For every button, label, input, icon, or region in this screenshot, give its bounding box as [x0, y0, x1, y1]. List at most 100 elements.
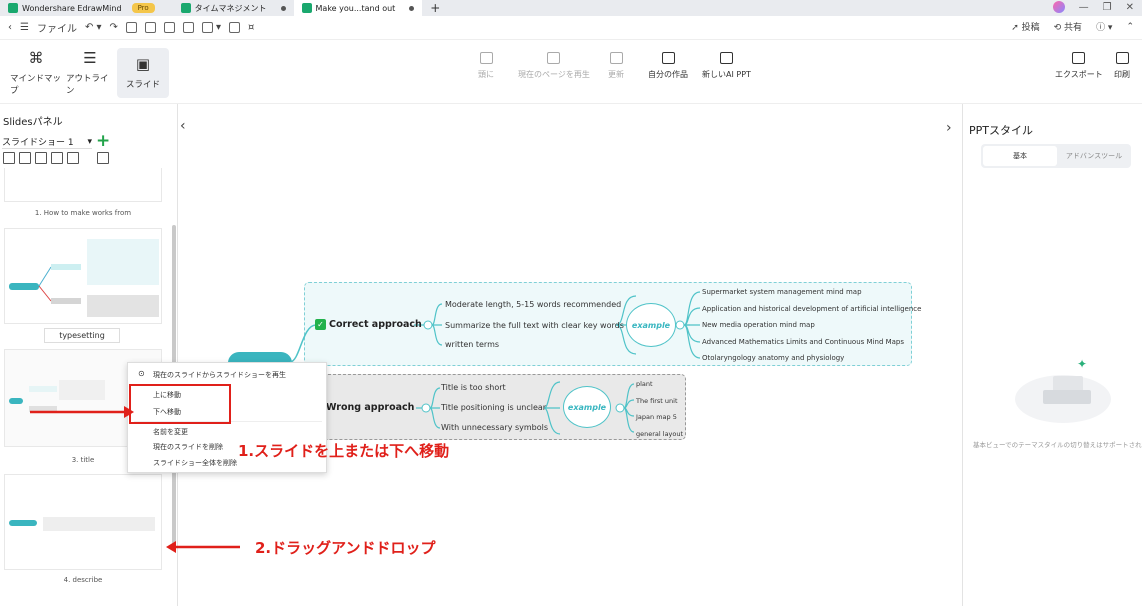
- wrong-approach-node[interactable]: Wrong approach: [326, 402, 414, 413]
- slides-panel: Slidesパネル スライドショー 1 ▾ + 1. How to make w…: [0, 104, 178, 606]
- annotation-step2: 2.ドラッグアンドドロップ: [255, 539, 436, 557]
- minimize-icon[interactable]: —: [1079, 2, 1089, 13]
- correct-point-1[interactable]: Moderate length, 5-15 words recommended: [445, 300, 621, 309]
- publish-button[interactable]: ➚ 投稿: [1011, 20, 1039, 33]
- pdf-export-icon: [1072, 52, 1086, 64]
- close-icon[interactable]: ✕: [1126, 2, 1134, 13]
- tab-label: タイムマネジメント: [194, 3, 267, 13]
- wrong-example-1[interactable]: plant: [636, 380, 653, 388]
- correct-approach-node[interactable]: ✓ Correct approach: [315, 319, 422, 330]
- play-current-button[interactable]: 現在のページを再生: [518, 52, 590, 80]
- open-icon[interactable]: [144, 22, 156, 33]
- slide-thumbnail-2[interactable]: [4, 228, 162, 324]
- menu-item-delete-slideshow[interactable]: スライドショー全体を削除: [153, 458, 237, 468]
- slide-2-preview: [9, 239, 159, 317]
- my-works-icon: [661, 52, 675, 64]
- wrong-point-1[interactable]: Title is too short: [441, 383, 506, 392]
- redo-icon[interactable]: ↷: [110, 22, 118, 33]
- new-ai-ppt-button[interactable]: 新しいAI PPT: [702, 52, 751, 80]
- tab-basic[interactable]: 基本: [983, 146, 1057, 166]
- tab-edrawmind-home[interactable]: Wondershare EdrawMind Pro: [0, 0, 163, 16]
- wrong-example-node[interactable]: example: [563, 386, 611, 428]
- slide-tool-5-icon[interactable]: [67, 152, 79, 164]
- wrong-example-3[interactable]: Japan map 5: [636, 413, 677, 421]
- mindmap-icon: ⌘: [28, 48, 44, 67]
- present-icon[interactable]: [97, 152, 109, 164]
- correct-point-3[interactable]: written terms: [445, 340, 499, 349]
- collapse-right-panel-icon[interactable]: ›: [946, 120, 952, 136]
- new-icon[interactable]: [125, 22, 137, 33]
- check-icon: ✓: [315, 319, 326, 330]
- print-button[interactable]: 印刷: [1114, 52, 1130, 80]
- outline-icon: ☰: [83, 48, 97, 67]
- slide-thumbnail-4[interactable]: [4, 474, 162, 570]
- arrow-drag-drop: [166, 541, 240, 553]
- correct-example-5[interactable]: Otolaryngology anatomy and physiology: [702, 354, 844, 362]
- slide-4-preview: [9, 517, 155, 531]
- play-icon: [479, 52, 493, 64]
- tab-advanced[interactable]: アドバンスツール: [1057, 146, 1131, 166]
- maximize-icon[interactable]: ❐: [1103, 2, 1112, 13]
- export-quick-icon[interactable]: ▾: [201, 22, 221, 33]
- tab-time-management[interactable]: タイムマネジメント: [173, 0, 294, 16]
- correct-example-2[interactable]: Application and historical development o…: [702, 305, 921, 313]
- wrong-point-2[interactable]: Title positioning is unclear: [441, 403, 546, 412]
- correct-example-1[interactable]: Supermarket system management mind map: [702, 288, 862, 296]
- correct-example-3[interactable]: New media operation mind map: [702, 321, 815, 329]
- slide-thumbnail-1[interactable]: [4, 168, 162, 202]
- wrong-example-2[interactable]: The first unit: [636, 397, 678, 405]
- add-slideshow-button[interactable]: +: [96, 131, 110, 151]
- quick-toolbar: ‹ ☰ ファイル ↶ ▾ ↷ ▾ ¤: [0, 16, 1142, 40]
- wrong-point-3[interactable]: With unnecessary symbols: [441, 423, 548, 432]
- save-icon[interactable]: [163, 22, 175, 33]
- slide-caption-1: 1. How to make works from: [34, 209, 132, 217]
- chevron-down-icon: ▾: [87, 136, 92, 147]
- view-slide-label: スライド: [125, 79, 160, 90]
- play-from-start-button[interactable]: 頭に: [478, 52, 494, 80]
- empty-state-illustration: ✦: [1015, 357, 1111, 423]
- correct-point-2[interactable]: Summarize the full text with clear key w…: [445, 321, 624, 330]
- slide-tool-1-icon[interactable]: [3, 152, 15, 164]
- collapse-left-panel-icon[interactable]: ‹: [180, 118, 186, 134]
- back-icon[interactable]: ‹: [8, 22, 12, 33]
- wrong-example-4[interactable]: general layout: [636, 430, 683, 438]
- annotation-step1: 1.スライドを上または下へ移動: [238, 442, 450, 460]
- export-button[interactable]: エクスポート: [1055, 52, 1103, 80]
- unsaved-dot-icon: [409, 5, 415, 11]
- print-icon[interactable]: [182, 22, 194, 33]
- ppt-style-title: PPTスタイル: [969, 124, 1033, 137]
- tab-bar: Wondershare EdrawMind Pro タイムマネジメント Make…: [0, 0, 1142, 16]
- correct-example-4[interactable]: Advanced Mathematics Limits and Continuo…: [702, 338, 904, 346]
- menu-item-delete-slide[interactable]: 現在のスライドを削除: [153, 442, 223, 452]
- slide-tools: [3, 152, 109, 164]
- slide-tool-2-icon[interactable]: [19, 152, 31, 164]
- view-mindmap-button[interactable]: ⌘ マインドマップ: [10, 48, 62, 98]
- view-outline-button[interactable]: ☰ アウトライン: [66, 48, 114, 98]
- edit-icon[interactable]: [228, 22, 240, 33]
- print-icon: [1115, 52, 1129, 64]
- view-slide-button[interactable]: ▣ スライド: [117, 48, 169, 98]
- undo-icon[interactable]: ↶ ▾: [85, 22, 102, 33]
- pro-badge: Pro: [131, 3, 155, 13]
- more-icon[interactable]: ¤: [248, 22, 254, 33]
- refresh-button[interactable]: 更新: [608, 52, 624, 80]
- slide-tool-4-icon[interactable]: [51, 152, 63, 164]
- avatar[interactable]: [1052, 1, 1065, 13]
- new-tab-button[interactable]: +: [430, 1, 440, 15]
- menu-item-rename[interactable]: 名前を変更: [153, 427, 188, 437]
- menu-icon[interactable]: ☰: [20, 22, 29, 33]
- edrawmind-logo-icon: [8, 3, 18, 13]
- correct-example-node[interactable]: example: [626, 303, 676, 347]
- window-controls: — ❐ ✕: [1052, 1, 1134, 13]
- share-button[interactable]: ⟲ 共有: [1054, 20, 1082, 33]
- my-works-button[interactable]: 自分の作品: [648, 52, 688, 80]
- menu-item-play-from-current[interactable]: 現在のスライドからスライドショーを再生: [153, 370, 286, 380]
- collapse-ribbon-icon[interactable]: ⌃: [1126, 22, 1134, 32]
- tab-make-you-stand-out[interactable]: Make you...tand out: [293, 0, 423, 16]
- slideshow-select[interactable]: スライドショー 1 ▾: [2, 135, 92, 149]
- file-menu[interactable]: ファイル: [37, 20, 77, 35]
- arrow-to-menu: [30, 406, 134, 418]
- slide-tool-3-icon[interactable]: [35, 152, 47, 164]
- doc-logo-icon: [301, 3, 312, 13]
- help-button[interactable]: ⓘ ▾: [1096, 20, 1112, 33]
